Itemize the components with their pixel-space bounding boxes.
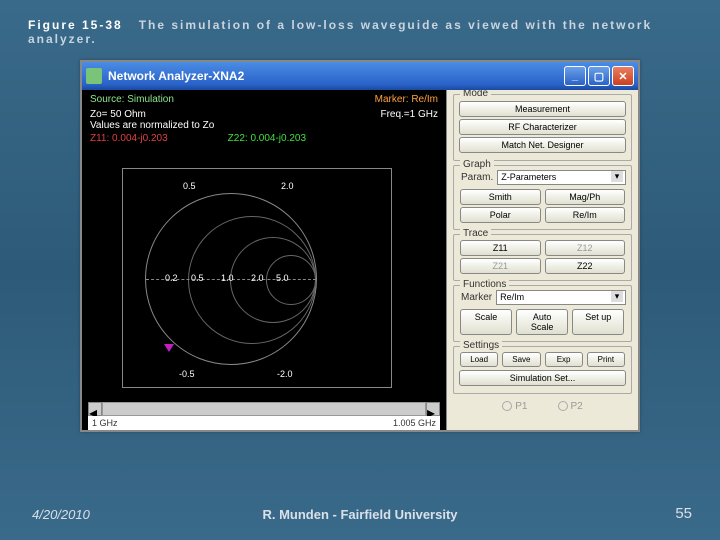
graph-group: Graph Param. Z-Parameters Smith Mag/Ph P…	[453, 165, 632, 230]
tick: 0.2	[165, 273, 178, 283]
close-button[interactable]: ✕	[612, 66, 634, 86]
scroll-thumb[interactable]	[102, 402, 426, 416]
print-button[interactable]: Print	[587, 352, 625, 367]
group-title: Settings	[460, 340, 502, 351]
functions-group: Functions Marker Re/Im Scale Auto Scale …	[453, 285, 632, 342]
export-button[interactable]: Exp	[545, 352, 583, 367]
group-title: Graph	[460, 159, 494, 170]
scroll-left-icon[interactable]: ◂	[88, 402, 102, 416]
reim-button[interactable]: Re/Im	[545, 207, 626, 223]
z11-readout: Z11: 0.004-j0.203	[90, 133, 168, 144]
tick: 0.5	[183, 181, 196, 191]
tick: -2.0	[277, 369, 293, 379]
tick: 5.0	[276, 273, 289, 283]
smith-button[interactable]: Smith	[460, 189, 541, 205]
z11-button[interactable]: Z11	[460, 240, 541, 256]
z21-button[interactable]: Z21	[460, 258, 541, 274]
mode-group: Mode Measurement RF Characterizer Match …	[453, 94, 632, 161]
smith-circle	[266, 255, 316, 305]
trace-group: Trace Z11 Z12 Z21 Z22	[453, 234, 632, 281]
tick: 1.0	[221, 273, 234, 283]
z22-button[interactable]: Z22	[545, 258, 626, 274]
titlebar[interactable]: Network Analyzer-XNA2 _ ▢ ✕	[82, 62, 638, 90]
smith-chart-frame: 0.5 2.0 0.2 0.5 1.0 2.0 5.0 -0.5 -2.0	[122, 168, 392, 388]
frequency-range-bar: 1 GHz 1.005 GHz	[88, 416, 440, 430]
scale-button[interactable]: Scale	[460, 309, 512, 335]
autoscale-button[interactable]: Auto Scale	[516, 309, 568, 335]
tick: 2.0	[281, 181, 294, 191]
tick: 0.5	[191, 273, 204, 283]
match-net-button[interactable]: Match Net. Designer	[459, 137, 626, 153]
zo-label: Zo= 50 Ohm	[90, 109, 146, 120]
param-label: Param.	[459, 170, 495, 185]
footer-author: R. Munden - Fairfield University	[0, 507, 720, 522]
normalized-label: Values are normalized to Zo	[82, 120, 446, 131]
port-selector: P1 P2	[453, 398, 632, 415]
footer-page-number: 55	[675, 505, 692, 522]
horizontal-scrollbar[interactable]: ◂ ▸	[88, 402, 440, 416]
scroll-right-icon[interactable]: ▸	[426, 402, 440, 416]
port1-radio[interactable]: P1	[502, 401, 527, 412]
marker-select[interactable]: Re/Im	[496, 290, 626, 305]
caption-number: Figure 15-38	[28, 18, 123, 32]
freq-end: 1.005 GHz	[393, 418, 436, 428]
figure-caption: Figure 15-38 The simulation of a low-los…	[0, 0, 720, 50]
simulation-set-button[interactable]: Simulation Set...	[459, 370, 626, 386]
maximize-button[interactable]: ▢	[588, 66, 610, 86]
window-title: Network Analyzer-XNA2	[108, 69, 564, 83]
freq-label: Freq.=1 GHz	[380, 109, 438, 120]
z12-button[interactable]: Z12	[545, 240, 626, 256]
magph-button[interactable]: Mag/Ph	[545, 189, 626, 205]
app-window: Network Analyzer-XNA2 _ ▢ ✕ Source: Simu…	[80, 60, 640, 432]
group-title: Trace	[460, 228, 491, 239]
marker-mode-label: Marker: Re/Im	[375, 94, 438, 105]
setup-button[interactable]: Set up	[572, 309, 624, 335]
load-button[interactable]: Load	[460, 352, 498, 367]
source-label: Source: Simulation	[90, 94, 174, 105]
z22-readout: Z22: 0.004-j0.203	[228, 133, 306, 144]
group-title: Mode	[460, 90, 491, 99]
save-button[interactable]: Save	[502, 352, 540, 367]
marker-triangle-icon[interactable]	[164, 344, 174, 352]
polar-button[interactable]: Polar	[460, 207, 541, 223]
group-title: Functions	[460, 279, 509, 290]
tick: -0.5	[179, 369, 195, 379]
plot-area: Source: Simulation Marker: Re/Im Zo= 50 …	[82, 90, 447, 430]
measurement-button[interactable]: Measurement	[459, 101, 626, 117]
tick: 2.0	[251, 273, 264, 283]
param-select[interactable]: Z-Parameters	[497, 170, 626, 185]
freq-start: 1 GHz	[92, 418, 118, 428]
control-panel: Mode Measurement RF Characterizer Match …	[447, 90, 638, 430]
port2-radio[interactable]: P2	[558, 401, 583, 412]
rf-characterizer-button[interactable]: RF Characterizer	[459, 119, 626, 135]
app-icon	[86, 68, 102, 84]
minimize-button[interactable]: _	[564, 66, 586, 86]
settings-group: Settings Load Save Exp Print Simulation …	[453, 346, 632, 394]
marker-label: Marker	[459, 290, 494, 305]
